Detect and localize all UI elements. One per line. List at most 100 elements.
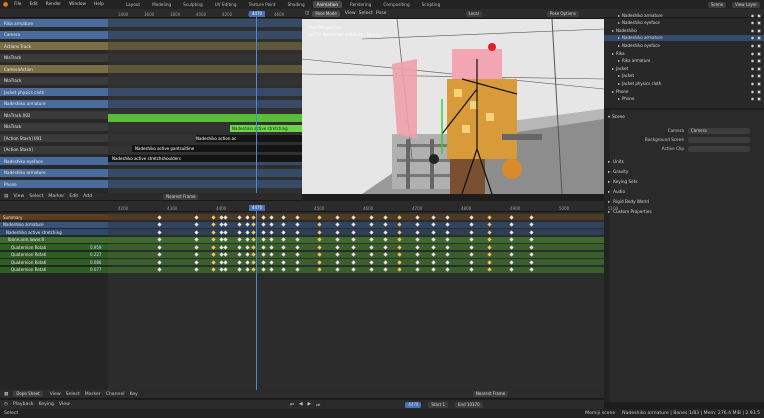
visibility-eye-icon[interactable]: ◉ [751,81,755,86]
nla-playhead[interactable] [256,11,257,193]
dopesheet-menu-marker[interactable]: Marker [85,392,101,397]
workspace-tab-animation[interactable]: Animation [312,1,342,8]
render-camera-icon[interactable]: ▣ [757,43,761,48]
nla-track-row[interactable]: Jacket physics cloth [0,88,108,96]
timeline-menu-playback[interactable]: Playback [13,402,34,407]
viewport-menu-view[interactable]: View [345,11,356,16]
outliner-row[interactable]: ▸ Nadeshiko armature ◉ ▣ [604,12,764,18]
menu-file[interactable]: File [12,2,23,7]
render-camera-icon[interactable]: ▣ [757,35,761,40]
nla-editor-type-icon[interactable]: ▤ [4,194,8,199]
nla-track-row[interactable]: Nadeshiko eyeface [0,157,108,165]
view-layer-selector[interactable]: View Layer [732,1,760,8]
transform-orientation-dropdown[interactable]: Local [465,10,482,17]
nla-track-row[interactable]: Rika armature [0,19,108,27]
render-camera-icon[interactable]: ▣ [757,58,761,63]
dopesheet-menu-select[interactable]: Select [66,392,80,397]
properties-section[interactable]: ▸ Units [608,158,762,165]
visibility-eye-icon[interactable]: ◉ [751,66,755,71]
nla-track-row[interactable]: Camera [0,30,108,39]
outliner-row[interactable]: ▸ Phone ◉ ▣ [604,88,764,94]
dopesheet-channel-row[interactable]: Quaternion Rotati 0.077 [0,266,108,273]
end-frame-field[interactable]: End 10370 [455,401,483,408]
outliner-expand-icon[interactable]: ▸ [618,20,620,25]
jump-end-icon[interactable]: ⏭ [316,402,320,408]
dopesheet-channel-row[interactable]: Quaternion Rotati 0.959 [0,244,108,250]
nla-menu-marker[interactable]: Marker [48,194,64,199]
menu-help[interactable]: Help [92,2,106,7]
section-expand-icon[interactable]: ▸ [608,179,610,184]
section-expand-icon[interactable]: ▸ [608,169,610,174]
properties-section[interactable]: ▸ Gravity [608,168,762,175]
render-camera-icon[interactable]: ▣ [757,81,761,86]
outliner-row[interactable]: ▸ Nadeshiko eyeface ◉ ▣ [604,20,764,26]
render-camera-icon[interactable]: ▣ [757,28,761,33]
visibility-eye-icon[interactable]: ◉ [751,28,755,33]
nla-strip-action-c[interactable]: Nadeshiko active stretchshoulders [112,156,181,161]
outliner-expand-icon[interactable]: ▸ [618,96,620,101]
outliner-row[interactable]: ▸ Nadeshiko armature ◉ ▣ [604,34,764,41]
outliner-expand-icon[interactable]: ▸ [612,66,614,71]
outliner-row[interactable]: ▸ Nadeshiko eyeface ◉ ▣ [604,42,764,48]
viewport-editor-type-icon[interactable]: ◫ [305,11,309,16]
background-scene-value[interactable] [688,136,750,143]
visibility-eye-icon[interactable]: ◉ [751,13,755,18]
nla-track-row[interactable]: Nadeshiko armature [0,99,108,108]
pose-options-dropdown[interactable]: Pose Options [546,10,579,17]
outliner-row[interactable]: ▸ Jacket ◉ ▣ [604,65,764,71]
nla-track-row[interactable]: [Action Stash] 001 [0,134,108,142]
dopesheet-channel-value[interactable]: 0.959 [90,245,108,250]
dopesheet-snap-dropdown[interactable]: Nearest Frame [472,391,509,397]
dopesheet-channel-row[interactable]: Quaternion Rotati 0.227 [0,251,108,258]
start-frame-field[interactable]: Start 1 [428,401,449,408]
play-reverse-icon[interactable]: ◀ [299,402,303,407]
dopesheet-menu-channel[interactable]: Channel [106,392,125,397]
dopesheet-channel-row[interactable]: Nadeshiko armature [0,221,108,228]
nla-strip-action-b[interactable]: Nadeshiko active pantsuitline [135,146,194,151]
outliner-expand-icon[interactable]: ▸ [612,89,614,94]
render-camera-icon[interactable]: ▣ [757,89,761,94]
nla-track-row[interactable]: CameraAction [0,65,108,73]
outliner-expand-icon[interactable]: ▸ [618,35,620,40]
workspace-tab-scripting[interactable]: Scripting [418,1,445,8]
nla-track-row[interactable]: NlaTrack [0,53,108,62]
visibility-eye-icon[interactable]: ◉ [751,58,755,63]
workspace-tab-modeling[interactable]: Modeling [148,1,175,8]
outliner-row[interactable]: ▸ Rika ◉ ▣ [604,50,764,56]
properties-section[interactable]: ▸ Keying Sets [608,178,762,185]
nla-menu-add[interactable]: Add [83,194,92,199]
dopesheet-channel-row[interactable]: Quaternion Rotati 0.086 [0,259,108,265]
outliner-row[interactable]: ▸ Jacket ◉ ▣ [604,73,764,79]
nla-frame-badge[interactable]: 4470 [249,11,265,17]
timeline-menu-view[interactable]: View [59,402,70,407]
dopesheet-frame-badge[interactable]: 4470 [249,205,265,211]
visibility-eye-icon[interactable]: ◉ [751,73,755,78]
dopesheet-channel-row[interactable]: Ibone.arm.lower.R [0,236,108,243]
nla-track-row[interactable]: NlaTrack.002 [0,111,108,119]
current-frame-field[interactable]: 4470 [405,401,422,408]
workspace-tab-shading[interactable]: Shading [284,1,309,8]
dopesheet-channel-row[interactable]: Summary [0,214,108,220]
nla-track-row[interactable]: [Action Stash] [0,145,108,154]
nla-track-row[interactable]: Nadeshiko armature [0,168,108,177]
active-clip-value[interactable] [688,145,750,152]
camera-field-value[interactable]: Camera [688,127,750,134]
outliner-expand-icon[interactable]: ▸ [612,51,614,56]
properties-section[interactable]: ▸ Custom Properties [608,208,762,215]
workspace-tab-sculpting[interactable]: Sculpting [179,1,207,8]
timeline-menu-keying[interactable]: Keying [39,402,54,407]
properties-section[interactable]: ▸ Audio [608,188,762,195]
section-expand-icon[interactable]: ▸ [608,189,610,194]
nla-strip-action-a[interactable]: Nadeshiko action.ac [196,136,236,141]
outliner-expand-icon[interactable]: ▸ [618,43,620,48]
menu-render[interactable]: Render [44,2,63,7]
menu-window[interactable]: Window [67,2,88,7]
visibility-eye-icon[interactable]: ◉ [751,51,755,56]
outliner-row[interactable]: ▸ Nadeshiko ◉ ▣ [604,27,764,33]
blender-logo-icon[interactable]: ● [3,1,8,8]
visibility-eye-icon[interactable]: ◉ [751,43,755,48]
nla-track-row[interactable]: Actions Track [0,42,108,50]
dopesheet-channel-value[interactable]: 0.227 [90,252,108,257]
workspace-tab-uv[interactable]: UV Editing [211,1,241,8]
dopesheet-channel-value[interactable]: 0.077 [90,267,108,272]
